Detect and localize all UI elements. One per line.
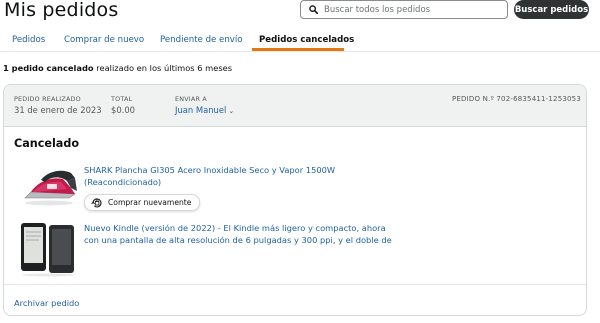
chevron-down-icon: ⌄ bbox=[228, 107, 235, 115]
page-title: Mis pedidos bbox=[4, 0, 119, 21]
search-field[interactable] bbox=[300, 0, 508, 19]
tab-pedidos-cancelados[interactable]: Pedidos cancelados bbox=[259, 35, 354, 45]
divider bbox=[4, 284, 586, 285]
order-total-value: $0.00 bbox=[111, 105, 135, 115]
item-title-link[interactable]: SHARK Plancha GI305 Acero Inoxidable Sec… bbox=[84, 164, 384, 188]
order-card: PEDIDO REALIZADO 31 de enero de 2023 TOT… bbox=[3, 84, 587, 316]
ship-to-name: Juan Manuel bbox=[175, 105, 227, 115]
archive-order-link[interactable]: Archivar pedido bbox=[14, 298, 79, 308]
order-status: Cancelado bbox=[14, 137, 80, 150]
order-placed-date: 31 de enero de 2023 bbox=[14, 105, 102, 115]
kindle-image[interactable] bbox=[19, 222, 79, 277]
search-input[interactable] bbox=[324, 4, 494, 15]
order-tabs: Pedidos Comprar de nuevo Pendiente de en… bbox=[0, 30, 600, 52]
order-header: PEDIDO REALIZADO 31 de enero de 2023 TOT… bbox=[4, 85, 586, 127]
buy-again-button[interactable]: Comprar nuevamente bbox=[84, 194, 200, 211]
ship-to-label: ENVIAR A bbox=[175, 95, 207, 103]
order-placed-label: PEDIDO REALIZADO bbox=[14, 95, 81, 103]
item-title-link[interactable]: Nuevo Kindle (versión de 2022) - El Kind… bbox=[84, 222, 400, 246]
order-total-label: TOTAL bbox=[111, 95, 133, 103]
order-number: PEDIDO N.º 702-6835411-1253053 bbox=[452, 95, 581, 103]
buy-again-icon bbox=[91, 197, 102, 207]
tab-pendiente-de-envio[interactable]: Pendiente de envío bbox=[160, 35, 243, 45]
tab-comprar-de-nuevo[interactable]: Comprar de nuevo bbox=[64, 35, 144, 45]
ship-to-recipient[interactable]: Juan Manuel ⌄ bbox=[175, 105, 234, 115]
tab-pedidos[interactable]: Pedidos bbox=[12, 35, 45, 45]
summary-text: realizado en los últimos 6 meses bbox=[93, 63, 233, 73]
search-orders-button[interactable]: Buscar pedidos bbox=[514, 0, 589, 19]
active-tab-indicator bbox=[252, 48, 344, 51]
orders-summary: 1 pedido cancelado realizado en los últi… bbox=[3, 63, 232, 73]
cancelled-count: 1 pedido cancelado bbox=[3, 63, 94, 73]
steam-iron-image[interactable] bbox=[19, 164, 79, 206]
buy-again-label: Comprar nuevamente bbox=[108, 198, 192, 207]
search-icon bbox=[309, 5, 318, 14]
